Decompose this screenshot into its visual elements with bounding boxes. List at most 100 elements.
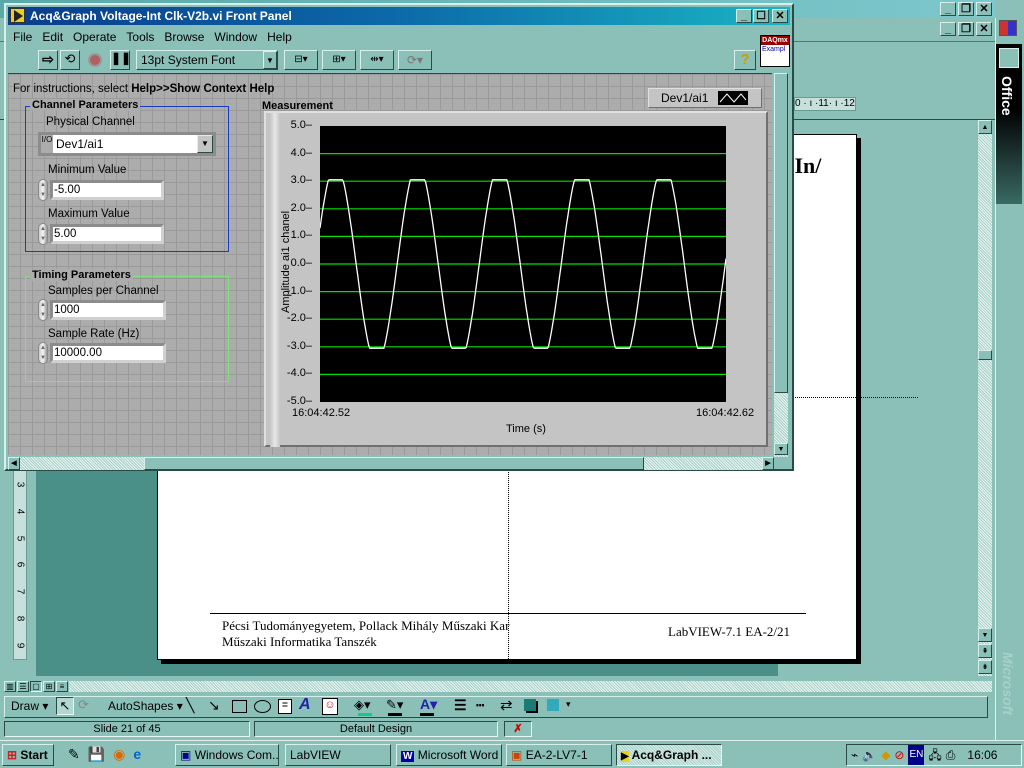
slide-vertical-scrollbar[interactable]: ▲ ▼ ⇞ ⇟ <box>978 120 992 676</box>
minimize-button[interactable]: _ <box>736 9 752 23</box>
save-disk-icon[interactable]: 💾 <box>88 746 105 763</box>
vi-icon-badge[interactable]: DAQmx Exampl <box>760 35 790 67</box>
panel-horizontal-scrollbar[interactable]: ◀ ▶ <box>8 457 774 470</box>
scroll-thumb[interactable] <box>978 350 992 360</box>
arrow-style-icon[interactable]: ⇄ <box>500 696 513 714</box>
task-acq-graph-active[interactable]: ▶ Acq&Graph ... <box>616 744 722 766</box>
maximum-value-control[interactable]: ▲ ▼ 5.00 <box>38 223 164 245</box>
pause-button[interactable]: ❚❚ <box>110 50 131 70</box>
toolbar-options-chevron-icon[interactable]: ▾ <box>566 699 571 710</box>
start-button[interactable]: ⊞ Start <box>2 744 54 766</box>
wordart-icon[interactable]: A <box>299 696 311 714</box>
menu-window[interactable]: Window <box>209 27 262 44</box>
doc-close-button[interactable]: ✕ <box>976 22 992 36</box>
menu-operate[interactable]: Operate <box>68 27 121 44</box>
text-box-icon[interactable]: ≣ <box>278 699 292 714</box>
sample-rate-input[interactable]: 10000.00 <box>50 343 166 363</box>
previous-slide-button[interactable]: ⇞ <box>978 644 992 658</box>
horizontal-scrollbar[interactable] <box>69 680 992 692</box>
task-windows-commander[interactable]: ▣ Windows Com... <box>175 744 279 766</box>
vi-icon[interactable] <box>10 8 25 23</box>
internet-explorer-icon[interactable]: e <box>133 746 141 763</box>
printer-icon[interactable]: ⎙ <box>946 745 956 765</box>
context-help-button[interactable]: ? <box>734 50 756 70</box>
slide-show-icon[interactable]: ≡ <box>56 680 68 692</box>
plot-legend[interactable]: Dev1/ai1 <box>648 88 762 108</box>
outline-view-icon[interactable]: ☰ <box>17 680 29 692</box>
language-indicator[interactable]: EN <box>908 745 925 765</box>
plot-area[interactable] <box>320 126 726 402</box>
scroll-down-button[interactable]: ▼ <box>774 443 788 455</box>
app-restore-button[interactable]: ❐ <box>958 2 974 16</box>
titlebar[interactable]: Acq&Graph Voltage-Int Clk-V2b.vi Front P… <box>8 7 790 25</box>
autoshapes-menu-button[interactable]: AutoShapes ▾ <box>108 699 183 713</box>
text-settings-dropdown[interactable]: 13pt System Font ▼ <box>136 50 278 70</box>
distribute-objects-button[interactable]: ⊞▾ <box>322 50 356 70</box>
panel-vertical-scrollbar[interactable]: ▼ <box>774 73 788 457</box>
task-microsoft-word[interactable]: W Microsoft Word <box>396 744 502 766</box>
samples-per-channel-control[interactable]: ▲ ▼ 1000 <box>38 299 166 321</box>
volume-icon[interactable]: 🔈 <box>862 745 877 765</box>
scroll-right-button[interactable]: ▶ <box>762 457 774 470</box>
increment-decrement-arrows[interactable]: ▲ ▼ <box>38 299 48 321</box>
arrow-tool-icon[interactable]: ↘ <box>208 697 220 714</box>
horizontal-scroll-thumb[interactable] <box>144 457 644 470</box>
shadow-icon[interactable] <box>524 699 536 711</box>
close-button[interactable]: ✕ <box>772 9 788 23</box>
menu-file[interactable]: File <box>8 27 37 44</box>
abort-button[interactable] <box>88 50 104 70</box>
dash-style-icon[interactable]: ┅ <box>476 697 484 714</box>
scroll-left-button[interactable]: ◀ <box>8 457 20 470</box>
usb-icon[interactable]: ⌁ <box>851 745 858 765</box>
doc-minimize-button[interactable]: _ <box>940 22 956 36</box>
free-rotate-icon[interactable]: ⟳ <box>78 697 89 713</box>
task-labview[interactable]: LabVIEW <box>285 744 391 766</box>
spelling-status-icon[interactable]: ✗ <box>504 721 532 737</box>
normal-view-icon[interactable]: ▥ <box>4 680 16 692</box>
minimum-value-input[interactable]: -5.00 <box>50 180 164 200</box>
3d-icon[interactable] <box>547 699 559 711</box>
samples-per-channel-input[interactable]: 1000 <box>50 300 166 320</box>
app-close-button[interactable]: ✕ <box>976 2 992 16</box>
chevron-down-icon[interactable]: ▼ <box>197 135 213 153</box>
scroll-up-button[interactable]: ▲ <box>978 120 992 134</box>
app-minimize-button[interactable]: _ <box>940 2 956 16</box>
select-objects-icon[interactable]: ↖ <box>56 697 74 715</box>
resize-objects-button[interactable]: ⇹▾ <box>360 50 394 70</box>
doc-restore-button[interactable]: ❐ <box>958 22 974 36</box>
next-slide-button[interactable]: ⇟ <box>978 660 992 674</box>
maximize-button[interactable]: ☐ <box>753 9 769 23</box>
security-icon[interactable]: ◆ <box>881 745 890 765</box>
slide-sorter-icon[interactable]: ⊞ <box>43 680 55 692</box>
increment-decrement-arrows[interactable]: ▲ ▼ <box>38 342 48 364</box>
rectangle-tool-icon[interactable] <box>232 700 247 713</box>
menu-tools[interactable]: Tools <box>121 27 159 44</box>
run-button[interactable]: ⇨ <box>38 50 58 70</box>
office-folder-icon[interactable] <box>999 48 1019 68</box>
slide-view-icon[interactable]: ▢ <box>30 680 42 692</box>
align-objects-button[interactable]: ⊟▾ <box>284 50 318 70</box>
waveform-graph[interactable]: 5.0– 4.0– 3.0– 2.0– 1.0– 0.0– -1.0– -2.0– -3.0– -… <box>264 111 768 447</box>
sample-rate-control[interactable]: ▲ ▼ 10000.00 <box>38 342 166 364</box>
blocked-icon[interactable]: ⊘ <box>894 745 904 765</box>
oval-tool-icon[interactable] <box>254 700 271 713</box>
office-logo-icon[interactable] <box>999 20 1017 36</box>
minimum-value-control[interactable]: ▲ ▼ -5.00 <box>38 179 164 201</box>
media-player-icon[interactable]: ◉ <box>113 746 125 763</box>
notepad-icon[interactable]: ✎ <box>68 746 80 763</box>
fill-color-icon[interactable]: ◈▾ <box>354 697 371 713</box>
menu-browse[interactable]: Browse <box>159 27 209 44</box>
reorder-button[interactable]: ⟳▾ <box>398 50 432 70</box>
scroll-down-button[interactable]: ▼ <box>978 628 992 642</box>
line-tool-icon[interactable]: ╲ <box>186 697 194 714</box>
line-color-icon[interactable]: ✎▾ <box>386 697 403 713</box>
network-disconnected-icon[interactable]: 🖧 <box>928 745 941 765</box>
menu-edit[interactable]: Edit <box>37 27 68 44</box>
menu-help[interactable]: Help <box>262 27 297 44</box>
run-continuously-button[interactable]: ⟲ <box>60 50 80 70</box>
vertical-scroll-thumb[interactable] <box>774 73 788 393</box>
physical-channel-control[interactable]: I/O Dev1/ai1 ▼ <box>38 132 216 156</box>
font-color-icon[interactable]: A▾ <box>420 696 437 713</box>
task-powerpoint[interactable]: ▣ EA-2-LV7-1 <box>506 744 612 766</box>
maximum-value-input[interactable]: 5.00 <box>50 224 164 244</box>
